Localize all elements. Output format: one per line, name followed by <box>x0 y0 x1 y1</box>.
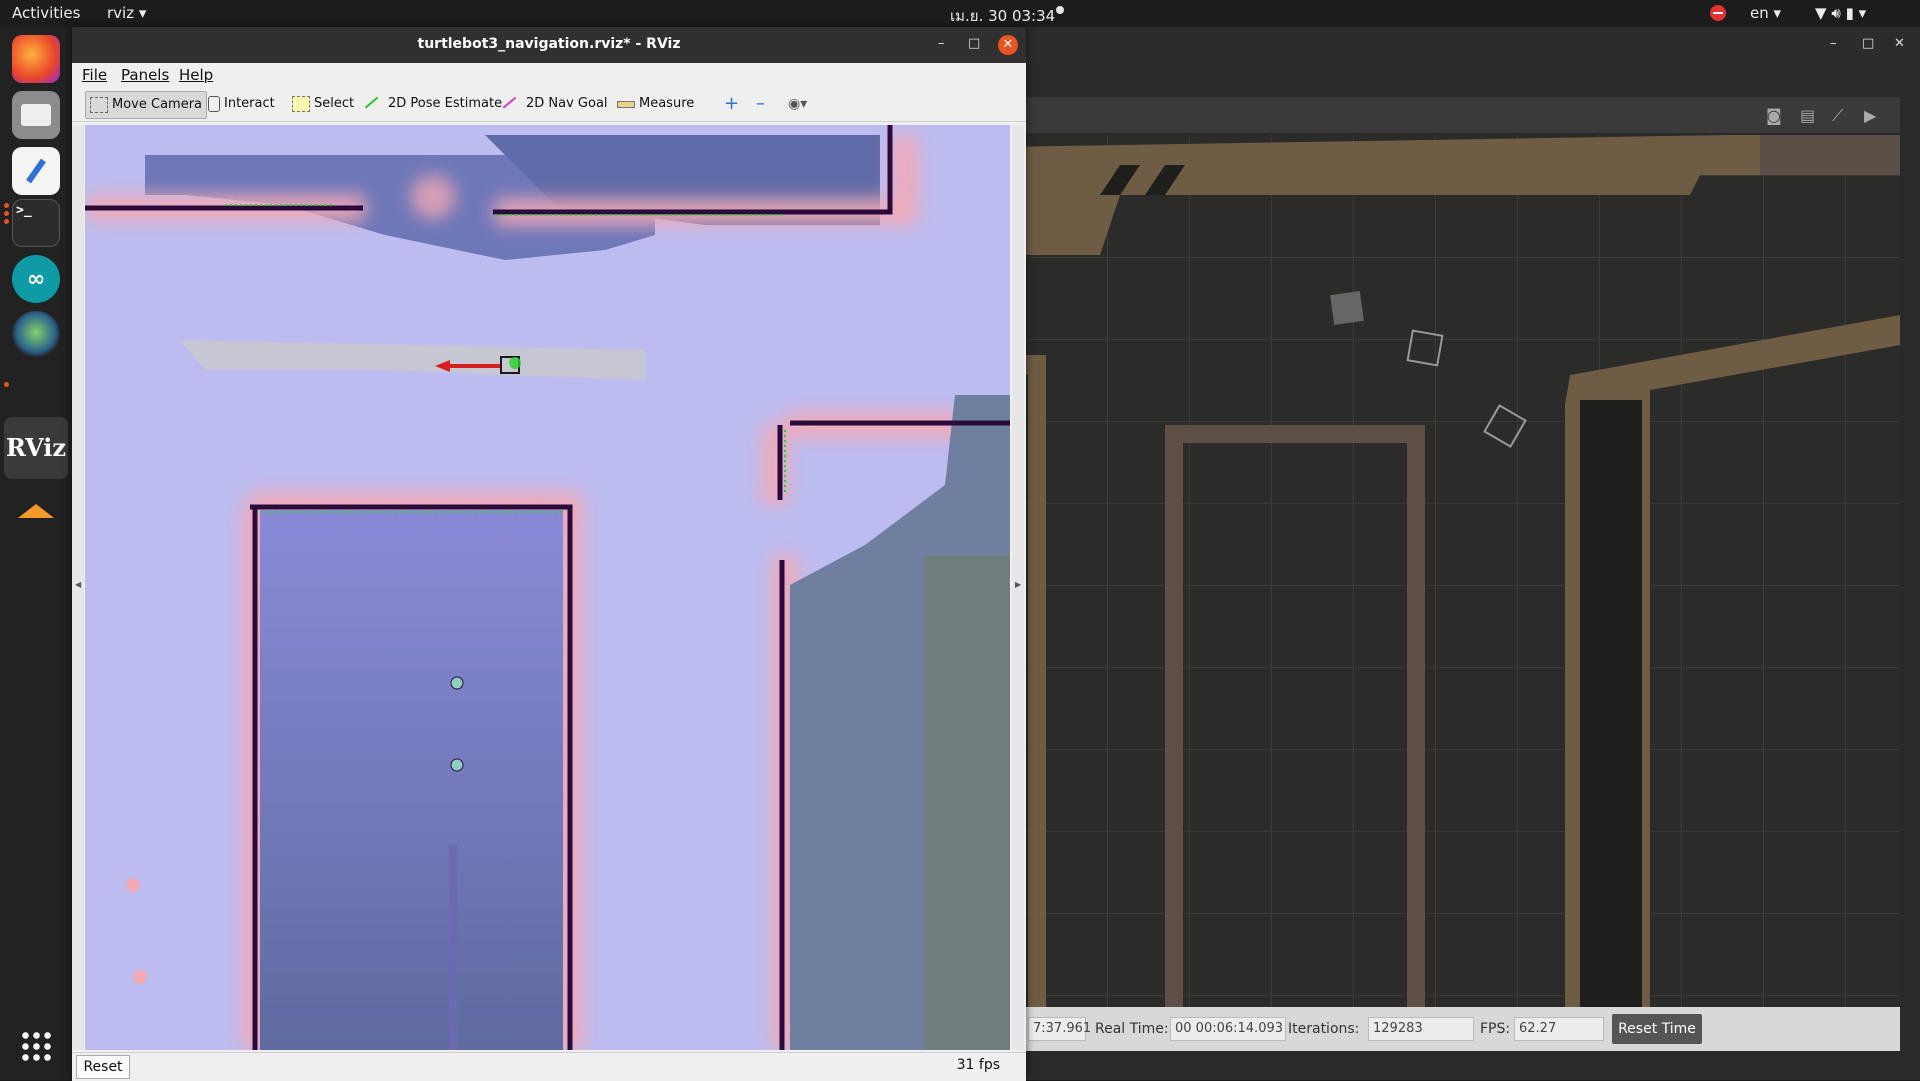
minus-icon: – <box>756 93 765 114</box>
green-arrow-icon <box>364 96 388 120</box>
rviz-icon-label: RViz <box>5 432 67 462</box>
minimize-icon[interactable]: – <box>1830 36 1837 51</box>
chevron-down-icon: ▾ <box>1858 4 1867 22</box>
ruler-icon <box>617 100 635 108</box>
right-panel-collapse-handle[interactable]: ▶ <box>1012 125 1024 1050</box>
maximize-icon[interactable]: □ <box>968 36 980 51</box>
gazebo-toolbar: ◙ ▤ ⟋ ▶ <box>1000 97 1900 133</box>
sim-time-value: 7:37.961 <box>1028 1017 1091 1041</box>
app-menu-label: rviz <box>107 4 135 22</box>
clock[interactable]: เม.ย. 30 03:34 <box>950 4 1055 28</box>
move-camera-label: Move Camera <box>112 97 203 112</box>
menu-help[interactable]: Help <box>179 66 213 84</box>
show-applications-icon[interactable] <box>20 1030 52 1062</box>
volume-icon: 🔊︎ <box>1831 4 1841 22</box>
tool-bar: Move Camera Interact Select 2D Pose Esti… <box>72 87 1026 122</box>
menu-bar: File Panels Help <box>72 63 1026 87</box>
rviz-window: turtlebot3_navigation.rviz* - RViz – □ ✕… <box>72 27 1026 1081</box>
wifi-icon: ▼ <box>1815 4 1827 22</box>
pink-arrow-icon <box>502 96 526 120</box>
select-tool[interactable]: Select <box>288 91 358 117</box>
files-icon[interactable] <box>12 91 60 139</box>
language-selector[interactable]: en ▾ <box>1750 4 1781 22</box>
measure-tool[interactable]: Measure <box>613 91 698 117</box>
real-time-label: Real Time: <box>1095 1021 1169 1037</box>
firefox-icon[interactable] <box>12 35 60 83</box>
move-camera-tool[interactable]: Move Camera <box>85 91 208 119</box>
map-render-view[interactable] <box>85 125 1010 1050</box>
measure-label: Measure <box>639 96 695 111</box>
pose-estimate-label: 2D Pose Estimate <box>388 96 503 111</box>
rviz-titlebar[interactable]: turtlebot3_navigation.rviz* - RViz – □ ✕ <box>72 27 1026 63</box>
iterations-value: 129283 <box>1368 1017 1474 1041</box>
select-label: Select <box>314 96 355 111</box>
rviz-icon[interactable]: RViz <box>6 423 66 471</box>
fps-label: FPS: <box>1480 1021 1511 1037</box>
nav-goal-label: 2D Nav Goal <box>526 96 608 111</box>
system-tray[interactable]: ▼ 🔊︎ ▮ ▾ <box>1815 4 1866 22</box>
plot-icon[interactable]: ⟋ <box>1832 106 1843 126</box>
nav-goal-tool[interactable]: 2D Nav Goal <box>502 91 612 120</box>
battery-icon: ▮ <box>1845 4 1854 22</box>
gazebo-status-bar: 7:37.961 Real Time: 00 00:06:14.093 Iter… <box>1000 1007 1900 1051</box>
plus-icon: + <box>724 93 740 114</box>
interact-label: Interact <box>224 96 275 111</box>
remove-tool-button[interactable]: – <box>752 91 769 117</box>
fps-value: 62.27 <box>1514 1017 1604 1041</box>
gazebo-icon[interactable] <box>12 311 60 359</box>
text-editor-icon[interactable] <box>12 147 60 195</box>
hand-icon <box>208 96 220 112</box>
screenshot-icon[interactable]: ◙ <box>1766 106 1782 125</box>
close-icon[interactable]: ✕ <box>1894 36 1905 51</box>
reset-button[interactable]: Reset <box>76 1055 130 1079</box>
pose-estimate-tool[interactable]: 2D Pose Estimate <box>364 91 506 120</box>
window-title: turtlebot3_navigation.rviz* - RViz <box>417 36 681 52</box>
move-camera-icon <box>90 97 108 113</box>
video-icon[interactable]: ▶ <box>1864 106 1876 125</box>
terminal-icon-label: >_ <box>16 203 32 218</box>
interact-tool[interactable]: Interact <box>204 91 279 117</box>
menu-file[interactable]: File <box>82 66 107 84</box>
real-time-value: 00 00:06:14.093 <box>1170 1017 1286 1041</box>
notification-dot-icon <box>1056 6 1064 14</box>
left-panel-collapse-handle[interactable]: ◀ <box>72 125 84 1050</box>
maximize-icon[interactable]: □ <box>1862 36 1874 51</box>
chevron-left-icon: ◀ <box>75 580 82 589</box>
activities-button[interactable]: Activities <box>12 4 80 22</box>
arduino-icon[interactable]: ∞ <box>12 255 60 303</box>
bottom-bar: Reset 31 fps <box>72 1052 1026 1081</box>
terminal-icon[interactable]: >_ <box>12 199 60 247</box>
top-bar: Activities rviz ▾ เม.ย. 30 03:34 en ▾ ▼ … <box>0 0 1920 27</box>
fps-readout: 31 fps <box>956 1057 1000 1073</box>
add-tool-button[interactable]: + <box>720 91 743 117</box>
do-not-disturb-icon[interactable] <box>1710 5 1726 21</box>
reset-time-button[interactable]: Reset Time <box>1612 1014 1702 1044</box>
eye-icon: ◉▾ <box>788 96 808 112</box>
dock: >_ ∞ RViz <box>0 27 72 1080</box>
chevron-right-icon: ▶ <box>1015 580 1022 589</box>
language-label: en <box>1750 4 1769 22</box>
menu-panels[interactable]: Panels <box>121 66 169 84</box>
gazebo-titlebar: – □ ✕ <box>1000 27 1920 63</box>
select-icon <box>292 96 310 112</box>
app-menu[interactable]: rviz ▾ <box>107 4 146 22</box>
ros-tool-icon[interactable] <box>12 487 60 535</box>
gazebo-3d-view[interactable] <box>1000 135 1900 1025</box>
log-icon[interactable]: ▤ <box>1800 106 1815 125</box>
gazebo-window: – □ ✕ ◙ ▤ ⟋ ▶ 7:37.961 Real Time: 00 00:… <box>1000 27 1920 1080</box>
view-options-button[interactable]: ◉▾ <box>784 91 811 117</box>
minimize-icon[interactable]: – <box>938 36 945 51</box>
iterations-label: Iterations: <box>1288 1021 1360 1037</box>
close-icon[interactable]: ✕ <box>998 35 1018 55</box>
